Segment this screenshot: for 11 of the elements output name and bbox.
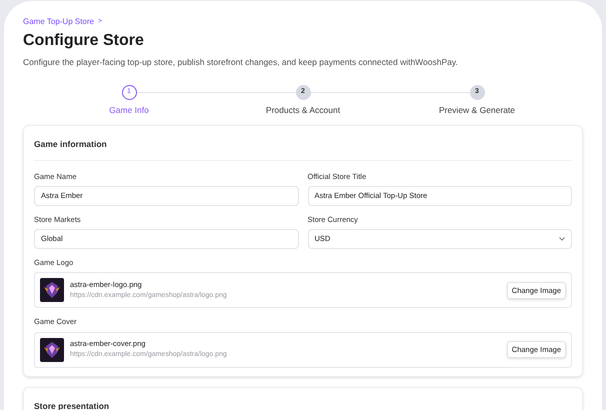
chevron-down-icon xyxy=(559,237,565,241)
emblem-thumbnail xyxy=(40,338,64,362)
emblem-thumbnail xyxy=(40,278,64,302)
step-label[interactable]: Game Info xyxy=(109,104,149,116)
step-label[interactable]: Products & Account xyxy=(266,104,340,116)
step-label[interactable]: Preview & Generate xyxy=(438,104,516,116)
section-title: Game information xyxy=(34,126,572,160)
section-title: Store presentation xyxy=(34,400,110,410)
page-description: Configure the player-facing top-up store, publish storefront changes, and keep payments connected withWooshPay. xyxy=(23,56,459,69)
breadcrumb-link[interactable]: Game Top-Up Store xyxy=(23,16,94,28)
page-title: Configure Store xyxy=(23,31,145,51)
